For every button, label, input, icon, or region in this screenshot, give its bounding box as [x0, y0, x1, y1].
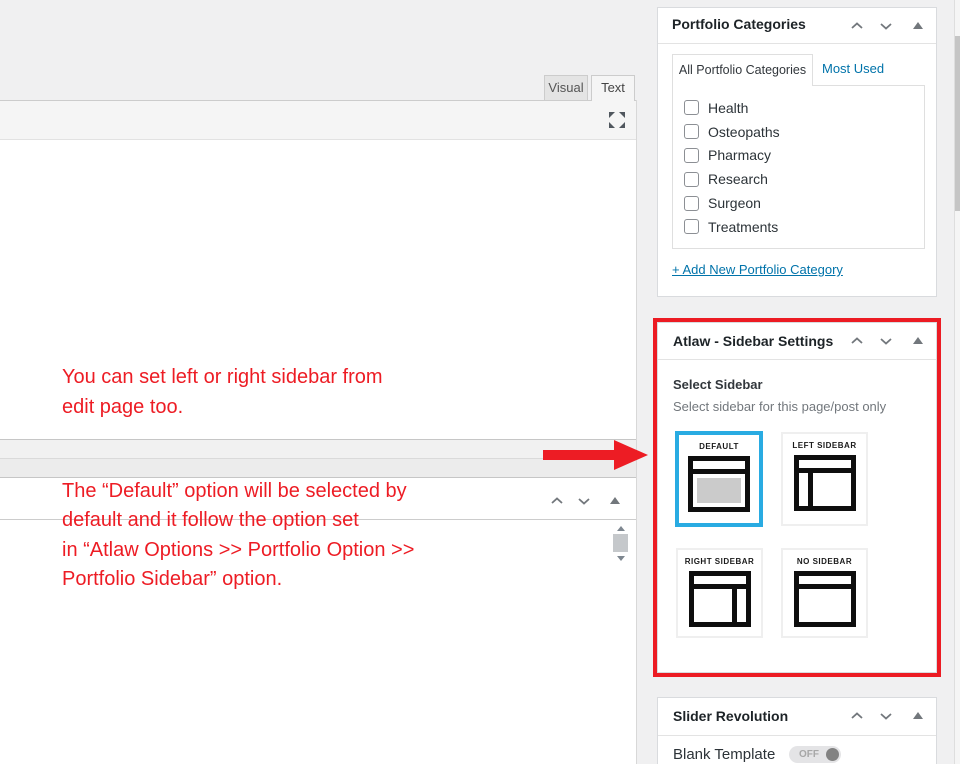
toggle-panel-icon[interactable]: [913, 337, 923, 344]
checkbox-treatments[interactable]: [684, 219, 699, 234]
scroll-down-icon[interactable]: [617, 556, 625, 561]
scroll-up-icon[interactable]: [617, 526, 625, 531]
panel-right-border: [636, 100, 637, 764]
move-up-icon[interactable]: [849, 19, 865, 33]
checkbox-pharmacy[interactable]: [684, 148, 699, 163]
checkbox-surgeon[interactable]: [684, 196, 699, 211]
sidebar-option-label: LEFT SIDEBAR: [792, 441, 856, 450]
category-row: Treatments: [684, 215, 914, 239]
move-up-icon[interactable]: [849, 709, 865, 723]
toggle-state-label: OFF: [799, 746, 819, 763]
annotation-paragraph-1: You can set left or right sidebar from e…: [62, 363, 582, 422]
tab-most-used[interactable]: Most Used: [822, 61, 884, 76]
blank-template-toggle[interactable]: OFF: [789, 746, 841, 763]
sidebar-option-no-sidebar[interactable]: NO SIDEBAR: [781, 548, 868, 638]
checkbox-health[interactable]: [684, 100, 699, 115]
category-label[interactable]: Research: [708, 171, 768, 187]
move-down-icon[interactable]: [878, 19, 894, 33]
wordpress-edit-screen: Visual Text You can set left or right si…: [0, 0, 960, 764]
browser-scrollbar-thumb[interactable]: [955, 36, 960, 211]
add-new-portfolio-category-link[interactable]: + Add New Portfolio Category: [672, 262, 843, 277]
layout-no-sidebar-icon: [794, 571, 856, 627]
toggle-knob: [826, 748, 839, 761]
sidebar-option-right-sidebar[interactable]: RIGHT SIDEBAR: [676, 548, 763, 638]
tab-text[interactable]: Text: [591, 75, 635, 101]
sidebar-settings-title: Atlaw - Sidebar Settings: [673, 333, 833, 349]
toggle-panel-icon[interactable]: [913, 712, 923, 719]
portfolio-categories-title: Portfolio Categories: [672, 16, 806, 32]
category-row: Health: [684, 96, 914, 120]
toggle-panel-icon[interactable]: [610, 497, 620, 504]
checkbox-osteopaths[interactable]: [684, 124, 699, 139]
checkbox-research[interactable]: [684, 172, 699, 187]
scrollbar-thumb[interactable]: [613, 534, 628, 552]
select-sidebar-heading: Select Sidebar: [673, 377, 763, 392]
category-row: Surgeon: [684, 191, 914, 215]
editor-expand-icon[interactable]: [607, 110, 627, 130]
editor-toolbar: [0, 100, 636, 140]
category-label[interactable]: Osteopaths: [708, 124, 780, 140]
layout-left-sidebar-icon: [794, 455, 856, 511]
category-label[interactable]: Surgeon: [708, 195, 761, 211]
sidebar-option-label: RIGHT SIDEBAR: [685, 557, 755, 566]
layout-right-sidebar-icon: [689, 571, 751, 627]
sidebar-option-left-sidebar[interactable]: LEFT SIDEBAR: [781, 432, 868, 526]
sidebar-option-label: NO SIDEBAR: [797, 557, 852, 566]
category-row: Pharmacy: [684, 144, 914, 168]
move-down-icon[interactable]: [878, 709, 894, 723]
category-row: Osteopaths: [684, 120, 914, 144]
blank-template-label: Blank Template: [673, 746, 775, 763]
category-label[interactable]: Treatments: [708, 219, 778, 235]
select-sidebar-description: Select sidebar for this page/post only: [673, 399, 886, 414]
annotation-arrowhead-icon: [614, 440, 648, 470]
annotation-text: You can set left or right sidebar from e…: [62, 334, 582, 624]
slider-revolution-title: Slider Revolution: [673, 708, 788, 724]
category-rows: Health Osteopaths Pharmacy Research Surg…: [684, 96, 914, 239]
sidebar-option-default[interactable]: DEFAULT: [675, 431, 763, 527]
tab-visual[interactable]: Visual: [544, 75, 588, 101]
category-row: Research: [684, 167, 914, 191]
annotation-arrow: [543, 450, 617, 460]
move-down-icon[interactable]: [878, 334, 894, 348]
category-label[interactable]: Health: [708, 100, 748, 116]
annotation-paragraph-2: The “Default” option will be selected by…: [62, 477, 582, 594]
tab-all-portfolio-categories[interactable]: All Portfolio Categories: [672, 54, 813, 86]
move-up-icon[interactable]: [849, 334, 865, 348]
sidebar-option-label: DEFAULT: [699, 442, 739, 451]
toggle-panel-icon[interactable]: [913, 22, 923, 29]
category-label[interactable]: Pharmacy: [708, 147, 771, 163]
layout-default-icon: [688, 456, 750, 512]
